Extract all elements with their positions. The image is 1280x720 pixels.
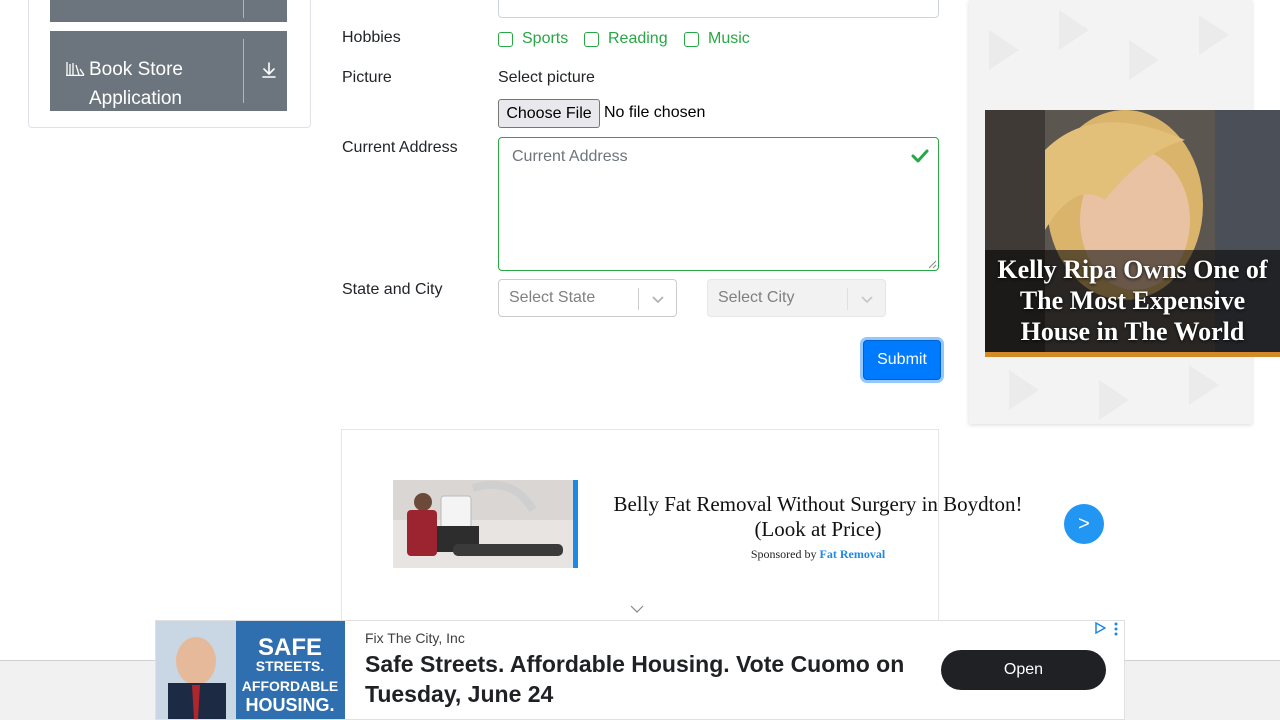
current-address-placeholder: Current Address bbox=[512, 148, 628, 165]
select-separator bbox=[638, 288, 639, 310]
banner-image-text-3: AFFORDABLE bbox=[242, 678, 338, 694]
hobby-sports-checkbox[interactable]: Sports bbox=[498, 29, 568, 49]
current-address-textarea[interactable]: Current Address bbox=[498, 137, 939, 271]
banner-image-text-2: STREETS. bbox=[256, 658, 324, 674]
select-separator bbox=[847, 288, 848, 310]
state-select[interactable]: Select State bbox=[498, 279, 677, 317]
checkbox-box[interactable] bbox=[684, 31, 699, 47]
checkbox-box[interactable] bbox=[584, 31, 599, 47]
native-ad-next-button[interactable]: > bbox=[1064, 504, 1104, 544]
ad-clinic-photo[interactable] bbox=[393, 480, 578, 568]
chevron-down-icon[interactable] bbox=[630, 605, 644, 614]
banner-image-text-4: HOUSING. bbox=[245, 695, 334, 715]
hobby-music-checkbox[interactable]: Music bbox=[684, 29, 750, 49]
book-shelf-icon bbox=[66, 62, 85, 76]
adchoices-icon[interactable] bbox=[1094, 622, 1106, 634]
sponsor-link[interactable]: Fat Removal bbox=[820, 547, 886, 561]
right-ad-caption[interactable]: Kelly Ripa Owns One of The Most Expensiv… bbox=[985, 254, 1280, 347]
resize-grip-icon[interactable] bbox=[928, 260, 937, 269]
mobile-input[interactable] bbox=[498, 0, 939, 18]
banner-headline[interactable]: Safe Streets. Affordable Housing. Vote C… bbox=[365, 649, 925, 709]
banner-open-button[interactable]: Open bbox=[941, 650, 1106, 690]
banner-image-text-1: SAFE bbox=[258, 634, 322, 661]
chevron-down-icon[interactable] bbox=[860, 292, 874, 306]
city-placeholder: Select City bbox=[718, 289, 795, 306]
chevron-down-icon[interactable] bbox=[651, 292, 665, 306]
hobby-sports-label[interactable]: Sports bbox=[522, 30, 568, 48]
hobby-reading-checkbox[interactable]: Reading bbox=[584, 29, 668, 49]
sidebar-item-label: Book Store Application bbox=[89, 59, 183, 109]
current-address-label: Current Address bbox=[342, 139, 458, 156]
native-ad-sponsor-line: Sponsored by Fat Removal bbox=[592, 547, 1044, 562]
select-picture-label: Select picture bbox=[498, 69, 595, 86]
download-icon[interactable] bbox=[261, 61, 277, 79]
file-status: No file chosen bbox=[604, 104, 706, 121]
state-city-label: State and City bbox=[342, 281, 443, 298]
more-options-icon[interactable] bbox=[1112, 622, 1120, 636]
checkbox-box[interactable] bbox=[498, 31, 513, 47]
sidebar-item-book-store[interactable]: Book Store Application bbox=[50, 31, 287, 111]
banner-ad-image[interactable]: SAFE STREETS. AFFORDABLE HOUSING. bbox=[156, 621, 345, 719]
submit-button[interactable]: Submit bbox=[863, 340, 941, 380]
sidebar-item-divider bbox=[243, 39, 244, 103]
hobbies-label: Hobbies bbox=[342, 29, 401, 46]
hobby-music-label[interactable]: Music bbox=[708, 30, 750, 48]
checkmark-icon bbox=[911, 149, 929, 163]
banner-advertiser[interactable]: Fix The City, Inc bbox=[365, 630, 465, 646]
sidebar-item-divider bbox=[243, 0, 244, 18]
hobby-reading-label[interactable]: Reading bbox=[608, 30, 668, 48]
state-placeholder: Select State bbox=[509, 289, 596, 306]
sidebar-item-previous[interactable] bbox=[50, 0, 287, 22]
sponsored-prefix: Sponsored by bbox=[750, 547, 817, 561]
picture-label: Picture bbox=[342, 69, 392, 86]
native-ad-title[interactable]: Belly Fat Removal Without Surgery in Boy… bbox=[592, 492, 1044, 542]
choose-file-button[interactable]: Choose File bbox=[498, 99, 600, 128]
city-select[interactable]: Select City bbox=[707, 279, 886, 317]
